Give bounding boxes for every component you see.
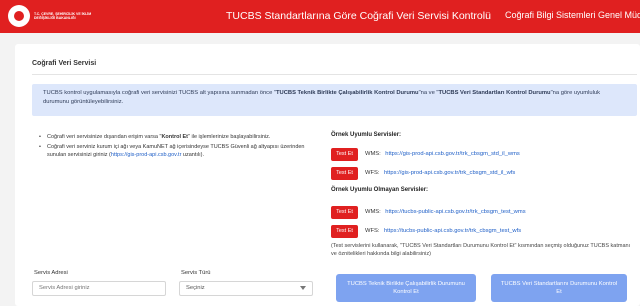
service-type: WMS:	[365, 151, 381, 157]
service-panel: Coğrafi Veri Servisi TUCBS kontrol uygul…	[15, 44, 640, 306]
compliant-services-title: Örnek Uyumlu Servisler:	[331, 132, 402, 138]
test-note: (Test servislerini kullanarak, "TUCBS Ve…	[331, 243, 631, 257]
ministry-emblem-icon	[8, 5, 30, 27]
service-address-field[interactable]	[32, 281, 166, 296]
info-text-1: TUCBS kontrol uygulamasıyla coğrafi veri…	[43, 90, 276, 96]
test-button[interactable]: Test Et	[331, 166, 358, 180]
info-alert: TUCBS kontrol uygulamasıyla coğrafi veri…	[32, 84, 637, 116]
service-url: https://tucbs-public-api.csb.gov.tr/trk_…	[385, 209, 526, 215]
service-address-input[interactable]	[39, 285, 159, 291]
test-button[interactable]: Test Et	[331, 205, 358, 219]
service-type-label: Servis Türü	[181, 270, 211, 276]
compliant-service-row: Test Et WFS: https://gis-prod-api.csb.go…	[331, 166, 631, 180]
directorate-title: Coğrafi Bilgi Sistemleri Genel Müdürlü	[505, 10, 640, 20]
instruction-bold: Kontrol Et	[161, 134, 189, 140]
secure-api-link[interactable]: https://gis-prod-api.csb.gov.tr	[111, 152, 182, 158]
test-button[interactable]: Test Et	[331, 224, 358, 238]
check-standards-button[interactable]: TUCBS Veri Standartlarını Durumunu Kontr…	[491, 274, 627, 302]
service-type-value: Seçiniz	[186, 285, 205, 291]
check-technical-button[interactable]: TUCBS Teknik Birlikte Çalışabilirlik Dur…	[336, 274, 476, 302]
instruction-text: uzantılı).	[181, 152, 205, 158]
service-url: https://tucbs-public-api.csb.gov.tr/trk_…	[383, 228, 522, 234]
panel-title: Coğrafi Veri Servisi	[32, 60, 97, 67]
instruction-item: Coğrafi veri servisinize dışarıdan erişi…	[39, 133, 319, 141]
service-type: WMS:	[365, 209, 381, 215]
info-bold-2: TUCBS Veri Standartları Kontrol Durumu	[438, 90, 551, 96]
divider	[32, 74, 637, 75]
logo-text: T.C. ÇEVRE, ŞEHİRCİLİK VE İKLİM DEĞİŞİKL…	[34, 12, 92, 20]
info-bold-1: TUCBS Teknik Birlikte Çalışabilirlik Kon…	[275, 90, 419, 96]
noncompliant-services-title: Örnek Uyumlu Olmayan Servisler:	[331, 187, 429, 193]
ministry-logo[interactable]: T.C. ÇEVRE, ŞEHİRCİLİK VE İKLİM DEĞİŞİKL…	[8, 4, 98, 28]
noncompliant-service-row: Test Et WMS: https://tucbs-public-api.cs…	[331, 205, 631, 219]
service-type: WFS:	[365, 228, 380, 234]
chevron-down-icon	[300, 286, 306, 290]
compliant-service-row: Test Et WMS: https://gis-prod-api.csb.go…	[331, 147, 631, 161]
noncompliant-service-row: Test Et WFS: https://tucbs-public-api.cs…	[331, 224, 631, 238]
service-type-select[interactable]: Seçiniz	[179, 281, 313, 296]
app-title: TUCBS Standartlarına Göre Coğrafi Veri S…	[226, 10, 491, 22]
instruction-text: Coğrafi veri servisinize dışarıdan erişi…	[47, 134, 162, 140]
header-bar: T.C. ÇEVRE, ŞEHİRCİLİK VE İKLİM DEĞİŞİKL…	[0, 0, 640, 33]
info-text-2: "na ve "	[418, 90, 439, 96]
service-type: WFS:	[365, 170, 380, 176]
service-url: https://gis-prod-api.csb.gov.tr/trk_cbsg…	[385, 151, 520, 157]
service-url: https://gis-prod-api.csb.gov.tr/trk_cbsg…	[383, 170, 516, 176]
instructions-list: Coğrafi veri servisinize dışarıdan erişi…	[39, 133, 319, 161]
instruction-item: Coğrafi veri serviniz kurum içi ağı veya…	[39, 143, 319, 159]
instruction-text: " ile işlemlerinize başlayabilirsiniz.	[188, 134, 271, 140]
test-button[interactable]: Test Et	[331, 147, 358, 161]
service-address-label: Servis Adresi	[34, 270, 68, 276]
